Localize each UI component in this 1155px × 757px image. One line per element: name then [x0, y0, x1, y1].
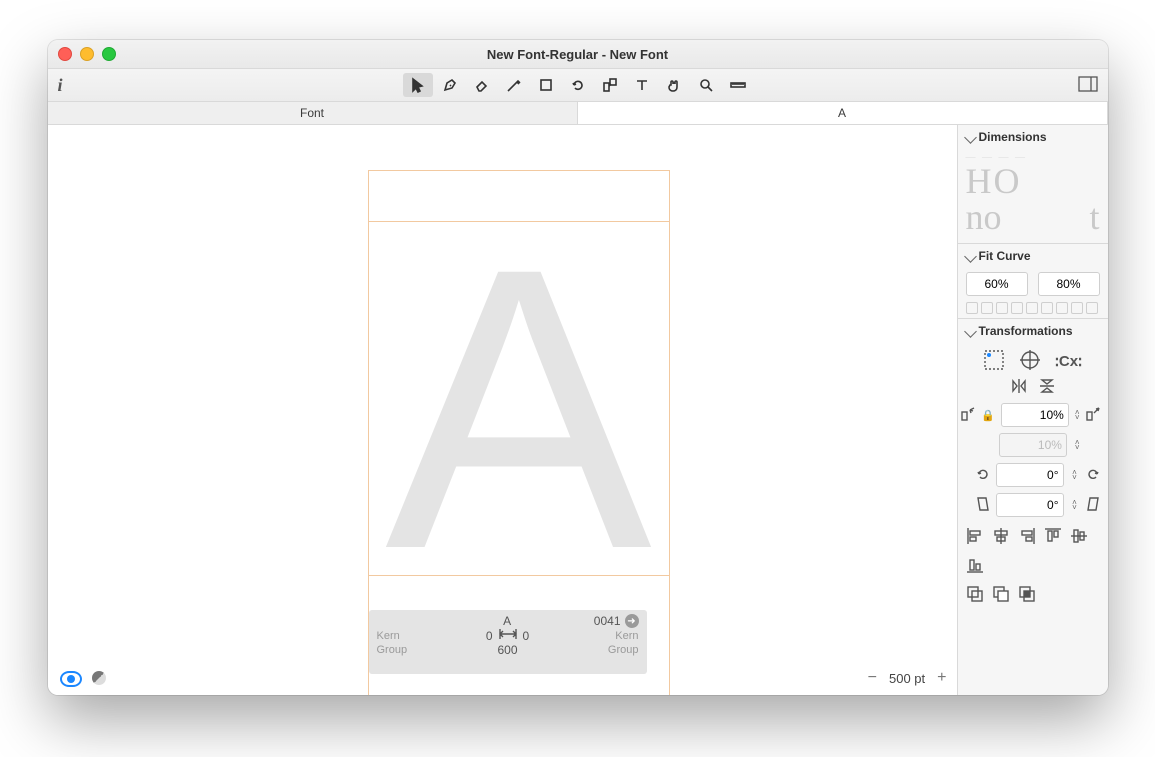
titlebar: New Font-Regular - New Font: [48, 40, 1108, 69]
zoom-control: − 500 pt +: [868, 669, 947, 687]
select-tool[interactable]: [403, 73, 433, 97]
scale-down-icon[interactable]: [961, 407, 975, 424]
minimize-window-button[interactable]: [80, 47, 94, 61]
main-area: A A 0041 ➜ Kern: [48, 125, 1108, 695]
pen-tool[interactable]: [435, 73, 465, 97]
glyph-name[interactable]: A: [421, 614, 594, 628]
transformations-panel: ∶Cx∶ 🔒 ˄˅ ˄˅: [958, 343, 1108, 618]
shade-toggle-icon[interactable]: [92, 671, 106, 685]
slant-right-icon[interactable]: [1086, 497, 1100, 514]
preview-toggle-icon[interactable]: [60, 671, 82, 687]
inspector-sidebar: Dimensions — — — — HO not Fit Curve: [958, 125, 1108, 695]
flip-horizontal-icon[interactable]: [1011, 378, 1027, 397]
fitcurve-panel: [958, 268, 1108, 318]
boolean-subtract-icon[interactable]: [992, 585, 1010, 606]
hand-tool[interactable]: [659, 73, 689, 97]
kern-left-label: Kern: [377, 630, 421, 642]
fitcurve-steps[interactable]: [966, 302, 1100, 314]
text-tool[interactable]: [627, 73, 657, 97]
group-left-label: Group: [377, 644, 421, 656]
glyph-unicode[interactable]: 0041: [594, 614, 621, 628]
boolean-union-icon[interactable]: [966, 585, 984, 606]
tab-font[interactable]: Font: [48, 102, 578, 124]
fitcurve-panel-header[interactable]: Fit Curve: [958, 244, 1108, 268]
transform-metrics-icon[interactable]: ∶Cx∶: [1055, 349, 1082, 374]
zoom-in-button[interactable]: +: [937, 669, 946, 687]
slant-value-input[interactable]: [996, 493, 1064, 517]
primitive-tool[interactable]: [531, 73, 561, 97]
glyph-outline: A: [385, 249, 652, 569]
fitcurve-high-input[interactable]: [1038, 272, 1100, 296]
group-right-label: Group: [595, 644, 639, 656]
dimensions-label: Dimensions: [979, 130, 1047, 144]
slant-stepper[interactable]: ˄˅: [1070, 500, 1080, 510]
window-controls: [58, 47, 116, 61]
dimensions-illustration[interactable]: — — — — HO not: [958, 149, 1108, 243]
scale-stepper[interactable]: ˄˅: [1075, 410, 1080, 420]
align-left-icon[interactable]: [966, 527, 984, 548]
canvas-area: A A 0041 ➜ Kern: [48, 125, 958, 695]
app-window: New Font-Regular - New Font i Font A: [48, 40, 1108, 695]
chevron-down-icon: [964, 250, 977, 263]
transform-center-icon[interactable]: [1019, 349, 1041, 374]
erase-tool[interactable]: [467, 73, 497, 97]
dim-no: no: [966, 199, 1002, 235]
rsb-value[interactable]: 0: [523, 629, 530, 643]
zoom-tool[interactable]: [691, 73, 721, 97]
boolean-intersect-icon[interactable]: [1018, 585, 1036, 606]
unicode-next-button[interactable]: ➜: [625, 614, 639, 628]
fitcurve-label: Fit Curve: [979, 249, 1031, 263]
dim-HO: HO: [966, 163, 1100, 199]
tabs-bar: Font A: [48, 102, 1108, 125]
align-top-icon[interactable]: [1044, 527, 1062, 548]
zoom-out-button[interactable]: −: [868, 669, 877, 687]
sidebearing-icon: [499, 628, 517, 643]
transform-origin-grid-icon[interactable]: [983, 349, 1005, 374]
sidebar-toggle-button[interactable]: [1078, 76, 1098, 95]
glyph-width[interactable]: 600: [421, 643, 595, 657]
rotate-cw-icon[interactable]: [1086, 467, 1100, 484]
align-vcenter-icon[interactable]: [1070, 527, 1088, 548]
edit-canvas[interactable]: A A 0041 ➜ Kern: [48, 125, 957, 695]
kern-right-label: Kern: [595, 630, 639, 642]
align-bottom-icon[interactable]: [966, 556, 984, 577]
scale-y-input: [999, 433, 1067, 457]
font-info-button[interactable]: i: [58, 75, 63, 96]
rotate-stepper[interactable]: ˄˅: [1070, 470, 1080, 480]
window-title: New Font-Regular - New Font: [487, 47, 668, 62]
scale-tool[interactable]: [595, 73, 625, 97]
fitcurve-low-input[interactable]: [966, 272, 1028, 296]
boolean-buttons: [966, 585, 1100, 606]
align-hcenter-icon[interactable]: [992, 527, 1010, 548]
scale-y-stepper: ˄˅: [1073, 440, 1082, 450]
align-right-icon[interactable]: [1018, 527, 1036, 548]
zoom-value[interactable]: 500 pt: [889, 671, 925, 686]
toolbar: i: [48, 69, 1108, 102]
view-options: [60, 671, 106, 687]
rotate-ccw-icon[interactable]: [976, 467, 990, 484]
knife-tool[interactable]: [499, 73, 529, 97]
transformations-panel-header[interactable]: Transformations: [958, 319, 1108, 343]
glyph-info-box: A 0041 ➜ Kern 0 0 Kern: [369, 610, 647, 674]
tool-palette: [402, 73, 754, 97]
maximize-window-button[interactable]: [102, 47, 116, 61]
scale-value-input[interactable]: [1001, 403, 1069, 427]
glyph-body: A: [369, 221, 669, 576]
scale-up-icon[interactable]: [1086, 407, 1100, 424]
flip-vertical-icon[interactable]: [1039, 378, 1055, 397]
dim-t: t: [1089, 199, 1099, 235]
rotate-tool[interactable]: [563, 73, 593, 97]
measure-tool[interactable]: [723, 73, 753, 97]
lsb-value[interactable]: 0: [486, 629, 493, 643]
slant-left-icon[interactable]: [976, 497, 990, 514]
rotate-value-input[interactable]: [996, 463, 1064, 487]
align-buttons: [966, 527, 1100, 577]
tab-glyph[interactable]: A: [578, 102, 1108, 124]
lock-icon[interactable]: 🔒: [981, 409, 995, 422]
transformations-label: Transformations: [979, 324, 1073, 338]
chevron-down-icon: [964, 131, 977, 144]
close-window-button[interactable]: [58, 47, 72, 61]
chevron-down-icon: [964, 325, 977, 338]
dimensions-panel-header[interactable]: Dimensions: [958, 125, 1108, 149]
